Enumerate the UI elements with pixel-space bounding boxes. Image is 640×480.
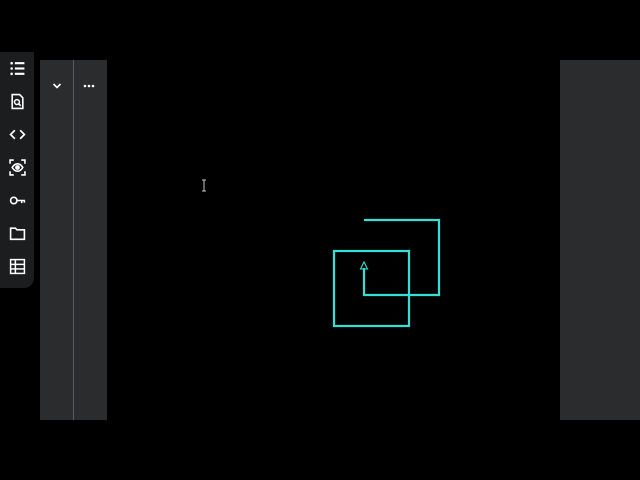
drawing-canvas[interactable] [107, 60, 560, 420]
side-panel [40, 60, 107, 420]
code-icon[interactable] [0, 120, 34, 148]
table-icon[interactable] [0, 252, 34, 280]
list-icon[interactable] [0, 54, 34, 82]
search-document-icon[interactable] [0, 87, 34, 115]
panel-divider[interactable] [73, 60, 74, 420]
key-icon[interactable] [0, 186, 34, 214]
right-panel [560, 60, 640, 420]
preview-eye-icon[interactable] [0, 153, 34, 181]
folder-icon[interactable] [0, 219, 34, 247]
chevron-down-icon[interactable] [46, 76, 68, 96]
text-cursor-icon [202, 179, 206, 192]
more-horizontal-icon[interactable] [78, 76, 100, 96]
icon-rail [0, 52, 34, 288]
